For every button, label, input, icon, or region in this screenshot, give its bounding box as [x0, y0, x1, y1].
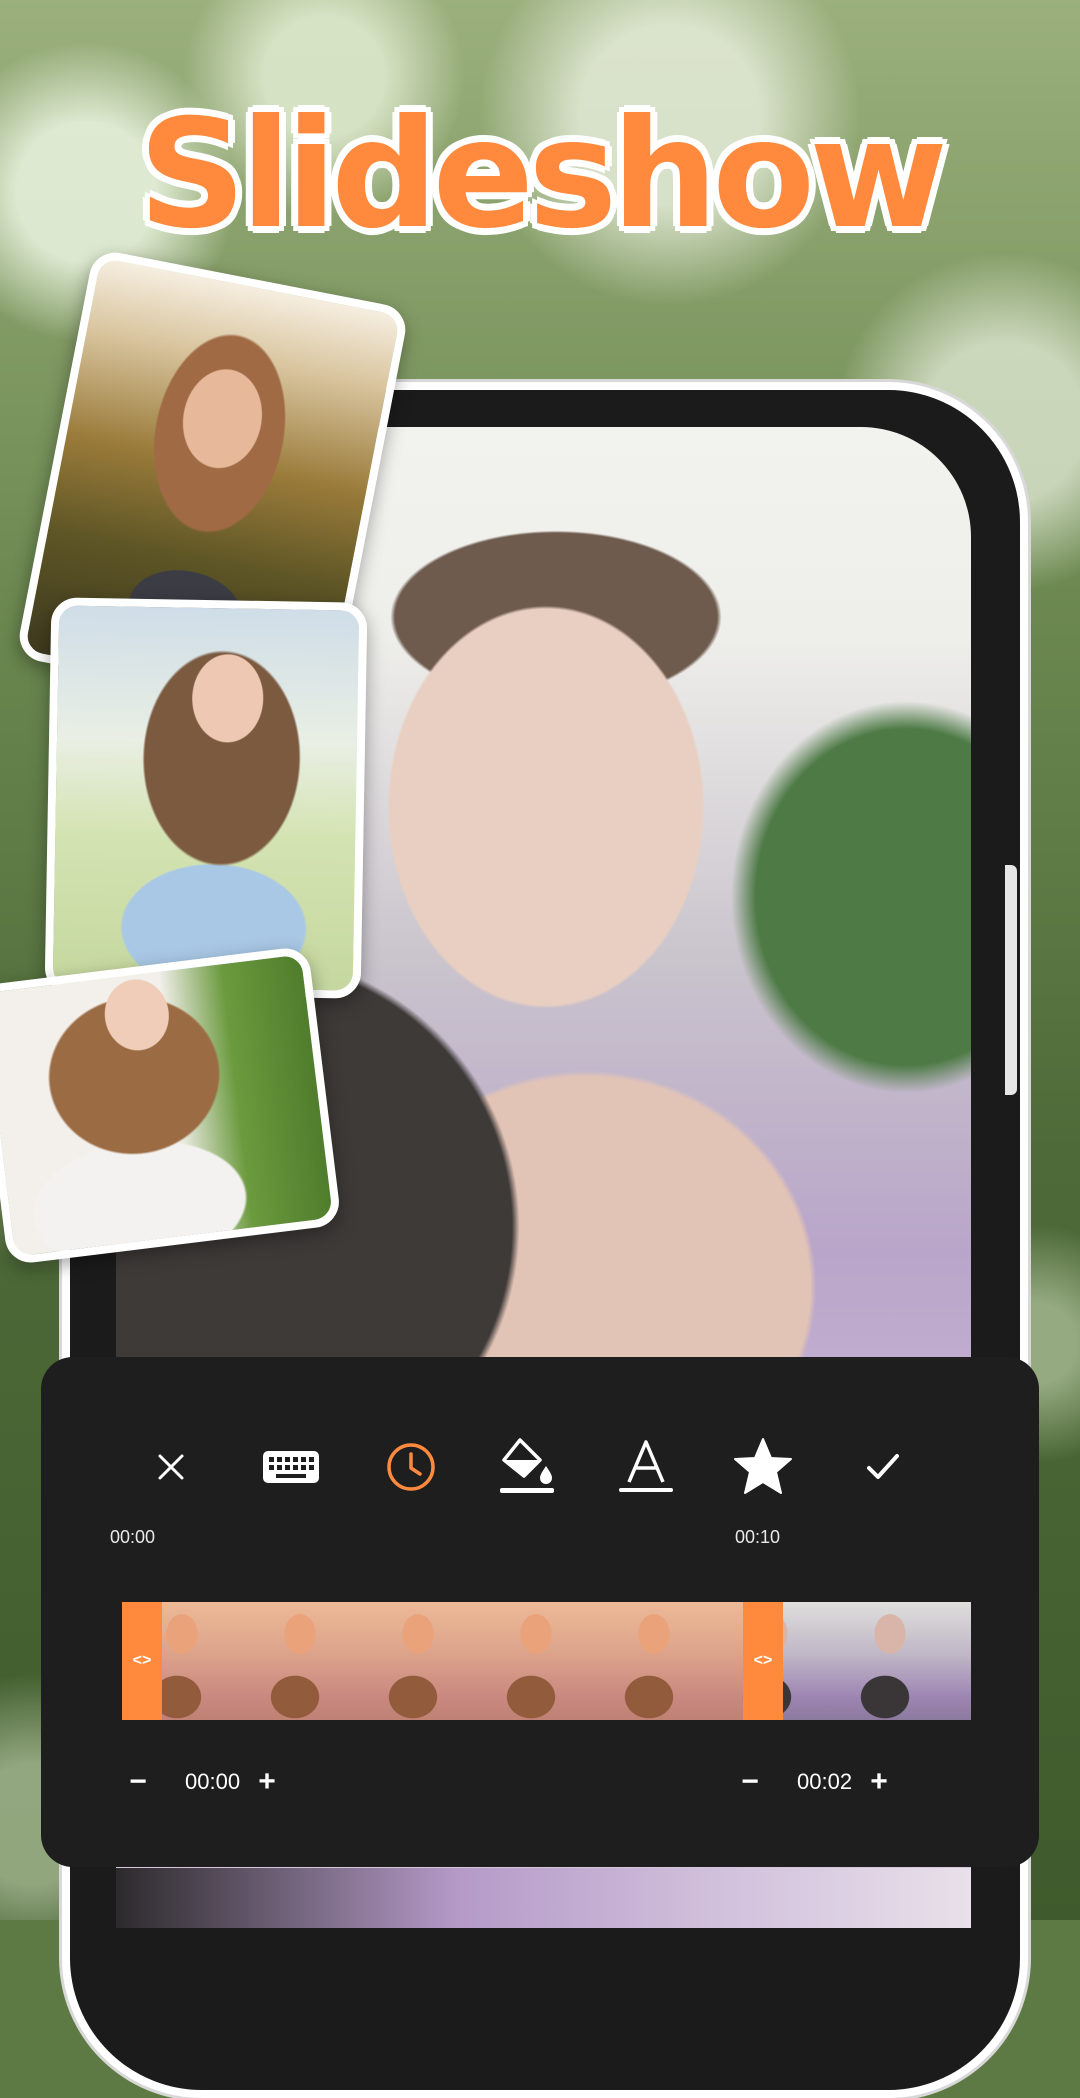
duration-control: − 00:02 + — [735, 1762, 894, 1802]
close-icon — [158, 1454, 184, 1480]
text-style-icon — [619, 1440, 673, 1492]
promo-title: Slideshow — [138, 88, 948, 262]
check-icon — [867, 1454, 899, 1479]
next-photo-preview — [116, 1868, 971, 1928]
timeline-strip[interactable]: <> <> — [122, 1602, 971, 1720]
trim-handle-right[interactable]: <> — [743, 1602, 783, 1720]
timeline-frame — [948, 1602, 971, 1720]
start-decrease-button[interactable]: − — [123, 1765, 153, 1799]
duration-increase-button[interactable]: + — [864, 1765, 894, 1799]
sticker-button[interactable] — [718, 1417, 808, 1517]
start-time-value: 00:00 — [185, 1769, 241, 1794]
close-button[interactable] — [126, 1417, 216, 1517]
phone-side-button — [1005, 865, 1017, 1095]
photo-card-2 — [44, 597, 368, 999]
confirm-button[interactable] — [838, 1417, 928, 1517]
keyboard-icon — [263, 1451, 319, 1483]
start-increase-button[interactable]: + — [252, 1765, 282, 1799]
editor-toolbar — [41, 1417, 1039, 1517]
fill-color-icon — [500, 1438, 554, 1493]
timeline-start-label: 00:00 — [110, 1527, 156, 1547]
clock-icon — [387, 1443, 435, 1491]
timeline-mark-label: 00:10 — [735, 1527, 781, 1547]
star-icon — [734, 1438, 792, 1494]
timeline-frame — [830, 1602, 949, 1720]
fill-color-button[interactable] — [482, 1417, 572, 1517]
photo-card-3 — [0, 945, 342, 1266]
duration-value: 00:02 — [797, 1769, 853, 1794]
start-time-control: − 00:00 + — [123, 1762, 282, 1802]
editor-panel: 00:00 00:10 <> <> − 00:00 + − 00:02 + — [41, 1357, 1039, 1867]
keyboard-button[interactable] — [246, 1417, 336, 1517]
duration-button[interactable] — [366, 1417, 456, 1517]
timeline-selection — [122, 1602, 783, 1720]
text-style-button[interactable] — [601, 1417, 691, 1517]
trim-handle-left[interactable]: <> — [122, 1602, 162, 1720]
duration-decrease-button[interactable]: − — [735, 1765, 765, 1799]
